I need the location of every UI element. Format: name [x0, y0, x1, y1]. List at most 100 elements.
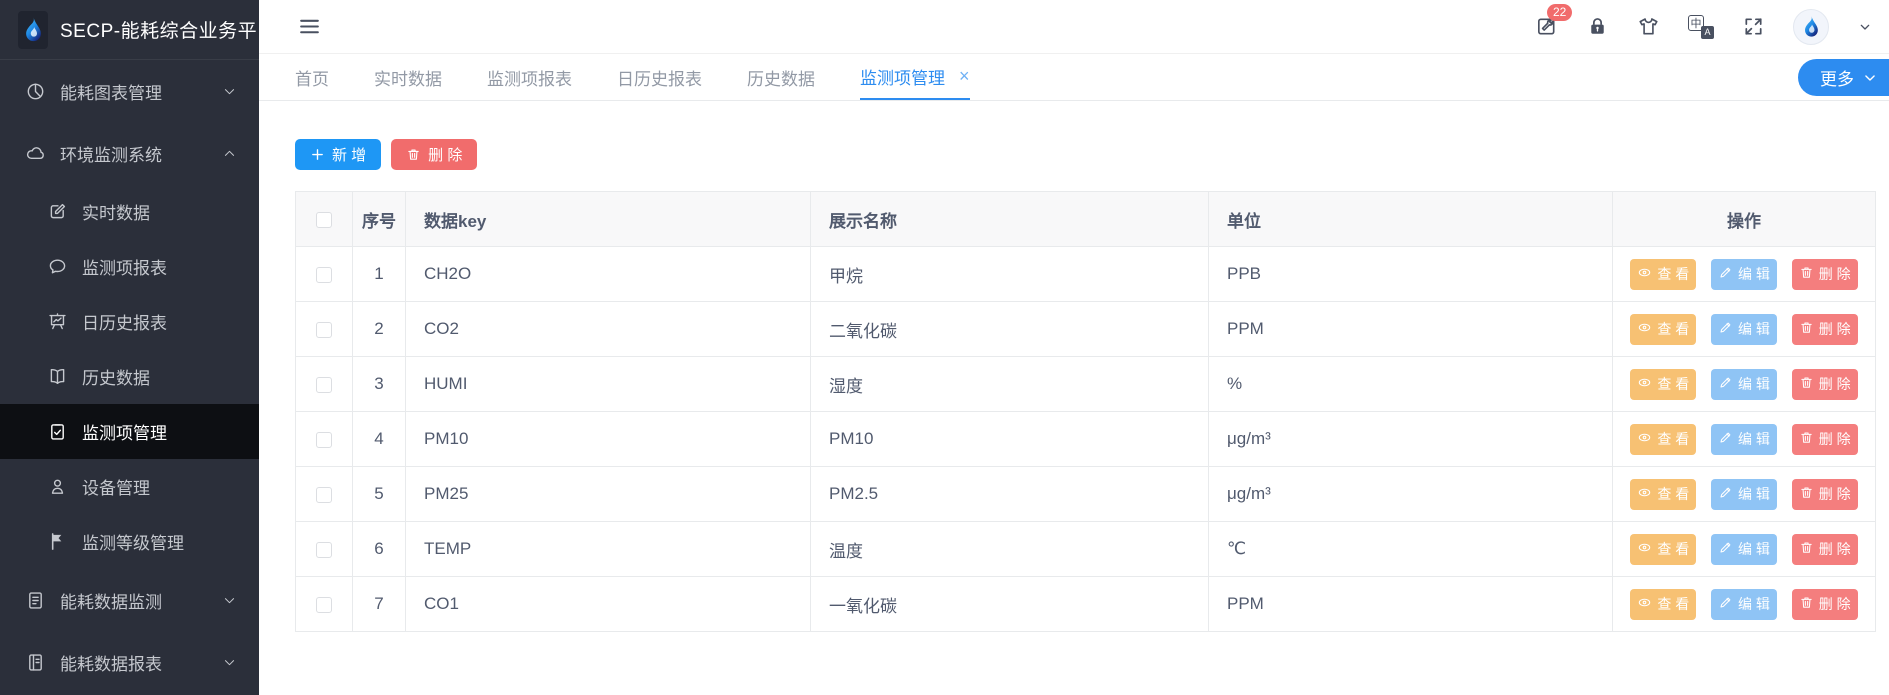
row-checkbox[interactable]	[316, 322, 332, 338]
main-area: 22 中A	[259, 0, 1889, 695]
app-logo-row: SECP-能耗综合业务平台	[0, 0, 259, 60]
tab-1[interactable]: 实时数据	[374, 54, 442, 100]
cell-index: 2	[353, 302, 406, 357]
pencil-icon	[1718, 265, 1733, 283]
chevron-up-icon	[222, 146, 237, 161]
row-delete-button[interactable]: 删 除	[1792, 424, 1858, 455]
row-checkbox[interactable]	[316, 597, 332, 613]
app-window: SECP-能耗综合业务平台 能耗图表管理 环境监测系统 实时数据 监测项报表 日…	[0, 0, 1889, 695]
row-delete-button[interactable]: 删 除	[1792, 314, 1858, 345]
view-button[interactable]: 查 看	[1630, 259, 1696, 290]
edit-button[interactable]: 编 辑	[1711, 259, 1777, 290]
monitor-items-table: 序号 数据key 展示名称 单位 操作 1 CH2O 甲烷 PPB 查 看 编 …	[295, 191, 1876, 632]
cell-index: 5	[353, 467, 406, 522]
more-button[interactable]: 更多	[1798, 59, 1889, 96]
cloud-icon	[24, 142, 46, 164]
sidebar-item-open-book[interactable]: 历史数据	[0, 349, 259, 404]
row-checkbox[interactable]	[316, 542, 332, 558]
cell-data-key: HUMI	[406, 357, 811, 412]
edit-button[interactable]: 编 辑	[1711, 589, 1777, 620]
sidebar-item-label: 实时数据	[82, 199, 259, 224]
tab-home[interactable]: 首页	[295, 54, 329, 100]
document-lines-icon	[24, 589, 46, 611]
cell-index: 3	[353, 357, 406, 412]
sidebar-item-flag[interactable]: 监测等级管理	[0, 514, 259, 569]
topbar: 22 中A	[259, 0, 1889, 54]
sidebar-item-user[interactable]: 设备管理	[0, 459, 259, 514]
row-delete-button[interactable]: 删 除	[1792, 369, 1858, 400]
tab-5[interactable]: 监测项管理 ×	[860, 54, 970, 100]
toolbar: 新 增 删 除	[295, 139, 1875, 170]
edit-button[interactable]: 编 辑	[1711, 314, 1777, 345]
edit-button[interactable]: 编 辑	[1711, 369, 1777, 400]
view-button[interactable]: 查 看	[1630, 314, 1696, 345]
delete-button[interactable]: 删 除	[391, 139, 477, 170]
sidebar-item-comment[interactable]: 监测项报表	[0, 239, 259, 294]
work-order-icon[interactable]: 22	[1535, 15, 1558, 38]
row-checkbox[interactable]	[316, 267, 332, 283]
trash-icon	[1799, 485, 1814, 503]
sidebar-item-cloud[interactable]: 环境监测系统	[0, 122, 259, 184]
add-button[interactable]: 新 增	[295, 139, 381, 170]
trash-icon	[406, 147, 421, 162]
sidebar-item-label: 环境监测系统	[60, 141, 222, 166]
edit-button[interactable]: 编 辑	[1711, 479, 1777, 510]
cell-display-name: 一氧化碳	[811, 577, 1209, 632]
view-button[interactable]: 查 看	[1630, 369, 1696, 400]
sidebar-item-document-report[interactable]: 能耗数据报表	[0, 631, 259, 693]
fullscreen-icon[interactable]	[1742, 15, 1765, 38]
user-avatar[interactable]	[1793, 9, 1829, 45]
cell-data-key: CO2	[406, 302, 811, 357]
language-translate-icon[interactable]: 中A	[1688, 15, 1714, 39]
lock-icon[interactable]	[1586, 15, 1609, 38]
sidebar-item-presentation-chart[interactable]: 日历史报表	[0, 294, 259, 349]
view-button[interactable]: 查 看	[1630, 479, 1696, 510]
table-row: 5 PM25 PM2.5 μg/m³ 查 看 编 辑 删 除	[296, 467, 1876, 522]
theme-tshirt-icon[interactable]	[1637, 15, 1660, 38]
table-row: 6 TEMP 温度 ℃ 查 看 编 辑 删 除	[296, 522, 1876, 577]
select-all-checkbox[interactable]	[316, 212, 332, 228]
row-delete-button[interactable]: 删 除	[1792, 589, 1858, 620]
eye-icon	[1637, 320, 1652, 338]
sidebar-item-document-lines[interactable]: 能耗数据监测	[0, 569, 259, 631]
eye-icon	[1637, 540, 1652, 558]
eye-icon	[1637, 375, 1652, 393]
sidebar-item-clipboard-check[interactable]: 监测项管理	[0, 404, 259, 459]
hamburger-menu-icon[interactable]	[297, 14, 322, 39]
row-checkbox[interactable]	[316, 432, 332, 448]
view-button[interactable]: 查 看	[1630, 424, 1696, 455]
tab-3[interactable]: 日历史报表	[617, 54, 702, 100]
view-button[interactable]: 查 看	[1630, 534, 1696, 565]
document-report-icon	[24, 651, 46, 673]
plus-icon	[310, 147, 325, 162]
tab-2[interactable]: 监测项报表	[487, 54, 572, 100]
sidebar-item-edit-square[interactable]: 实时数据	[0, 184, 259, 239]
row-checkbox[interactable]	[316, 487, 332, 503]
row-delete-button[interactable]: 删 除	[1792, 479, 1858, 510]
open-book-icon	[46, 366, 68, 388]
pie-chart-icon	[24, 80, 46, 102]
cell-data-key: CH2O	[406, 247, 811, 302]
row-delete-button[interactable]: 删 除	[1792, 259, 1858, 290]
view-button[interactable]: 查 看	[1630, 589, 1696, 620]
tab-close-icon[interactable]: ×	[959, 67, 970, 85]
pencil-icon	[1718, 430, 1733, 448]
user-menu-chevron-down-icon[interactable]	[1857, 19, 1873, 35]
edit-square-icon	[46, 201, 68, 223]
eye-icon	[1637, 595, 1652, 613]
sidebar-item-label: 历史数据	[82, 364, 259, 389]
cell-display-name: 温度	[811, 522, 1209, 577]
cell-display-name: PM10	[811, 412, 1209, 467]
tab-4[interactable]: 历史数据	[747, 54, 815, 100]
row-delete-button[interactable]: 删 除	[1792, 534, 1858, 565]
col-header-index: 序号	[353, 192, 406, 247]
sidebar-item-label: 设备管理	[82, 474, 259, 499]
sidebar-item-pie-chart[interactable]: 能耗图表管理	[0, 60, 259, 122]
cell-unit: PPM	[1209, 577, 1613, 632]
chevron-down-icon	[222, 84, 237, 99]
edit-button[interactable]: 编 辑	[1711, 534, 1777, 565]
presentation-chart-icon	[46, 311, 68, 333]
row-checkbox[interactable]	[316, 377, 332, 393]
edit-button[interactable]: 编 辑	[1711, 424, 1777, 455]
trash-icon	[1799, 595, 1814, 613]
